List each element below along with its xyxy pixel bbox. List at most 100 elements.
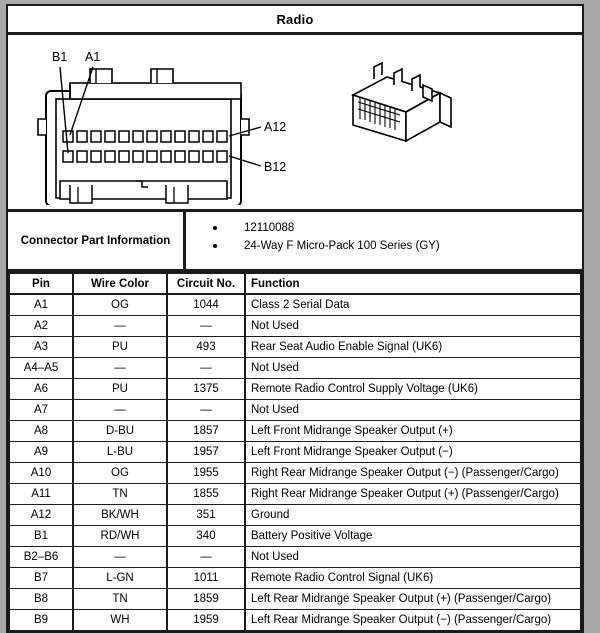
table-row: A8 D-BU 1857 Left Front Midrange Speaker Ou…: [8, 419, 582, 442]
cell-circuit-no: —: [166, 314, 246, 337]
cell-pin: A10: [8, 461, 74, 484]
cell-function: Left Front Midrange Speaker Output (+): [244, 419, 582, 442]
cell-pin: B7: [8, 566, 74, 589]
cell-pin: A9: [8, 440, 74, 463]
table-row: A7— — Not Used: [8, 398, 582, 421]
table-row: B8 TN 1859 Left Rear Midrange Speaker Outpu…: [8, 587, 582, 610]
cell-wire-color: D-BU: [72, 419, 168, 442]
cell-wire-color: —: [72, 398, 168, 421]
connector-drawing: B1 A1 A12 B12: [37, 50, 452, 205]
cell-function: Left Rear Midrange Speaker Output (+) (P…: [244, 587, 582, 610]
cell-function: Left Rear Midrange Speaker Output (−) (P…: [244, 608, 582, 631]
pin-assignment-table: Pin Wire Color Circuit No. Function A1 OG…: [8, 272, 582, 631]
table-row: A6 PU 1375 Remote Radio Control Supply Volt…: [8, 377, 582, 400]
cell-circuit-no: —: [166, 398, 246, 421]
cell-pin: A2: [8, 314, 74, 337]
table-body: A1 OG 1044 Class 2 Serial Data A2— — Not Used A…: [8, 293, 582, 631]
cell-circuit-no: 1957: [166, 440, 246, 463]
cell-function: Right Rear Midrange Speaker Output (−) (…: [244, 461, 582, 484]
cell-circuit-no: 1855: [166, 482, 246, 505]
cell-circuit-no: 1375: [166, 377, 246, 400]
table-row: A12 BK/WH 351 Ground: [8, 503, 582, 526]
cell-wire-color: RD/WH: [72, 524, 168, 547]
cell-wire-color: L-GN: [72, 566, 168, 589]
cell-function: Not Used: [244, 545, 582, 568]
cell-circuit-no: 1955: [166, 461, 246, 484]
table-row: B9 WH 1959 Left Rear Midrange Speaker Outpu…: [8, 608, 582, 631]
table-row: A1 OG 1044 Class 2 Serial Data: [8, 293, 582, 316]
connector-face-front-view: [37, 68, 250, 205]
cell-circuit-no: 493: [166, 335, 246, 358]
document-page: Radio B1 A1 A12 B12 Connector Part Infor…: [6, 4, 584, 633]
cell-pin: A12: [8, 503, 74, 526]
cell-pin: A8: [8, 419, 74, 442]
connector-part-information-values: 12110088 24-Way F Micro-Pack 100 Series …: [186, 212, 582, 269]
cell-wire-color: —: [72, 356, 168, 379]
table-row: A10 OG 1955 Right Rear Midrange Speaker Out…: [8, 461, 582, 484]
cell-function: Left Front Midrange Speaker Output (−): [244, 440, 582, 463]
cell-wire-color: TN: [72, 587, 168, 610]
cell-circuit-no: —: [166, 356, 246, 379]
cell-circuit-no: 1959: [166, 608, 246, 631]
callout-label-a12: A12: [264, 120, 286, 134]
cell-function: Battery Positive Voltage: [244, 524, 582, 547]
cell-wire-color: —: [72, 545, 168, 568]
table-row: A4–A5— — Not Used: [8, 356, 582, 379]
cell-function: Not Used: [244, 314, 582, 337]
connector-illustration: B1 A1 A12 B12: [8, 35, 582, 212]
table-row: B1 RD/WH 340 Battery Positive Voltage: [8, 524, 582, 547]
cell-wire-color: OG: [72, 461, 168, 484]
cell-function: Right Rear Midrange Speaker Output (+) (…: [244, 482, 582, 505]
cell-pin: B1: [8, 524, 74, 547]
document-title-band: Radio: [8, 6, 582, 35]
cell-wire-color: L-BU: [72, 440, 168, 463]
table-row: A2— — Not Used: [8, 314, 582, 337]
cell-pin: A1: [8, 293, 74, 316]
cell-function: Rear Seat Audio Enable Signal (UK6): [244, 335, 582, 358]
cell-circuit-no: 1011: [166, 566, 246, 589]
cell-function: Not Used: [244, 356, 582, 379]
cell-wire-color: OG: [72, 293, 168, 316]
cell-wire-color: —: [72, 314, 168, 337]
cell-pin: B9: [8, 608, 74, 631]
connector-part-information-label: Connector Part Information: [8, 212, 186, 269]
column-header-function: Function: [244, 272, 582, 295]
table-row: B2–B6— — Not Used: [8, 545, 582, 568]
cell-pin: A11: [8, 482, 74, 505]
cell-pin: A7: [8, 398, 74, 421]
column-header-wire-color: Wire Color: [72, 272, 168, 295]
callout-label-b12: B12: [264, 160, 286, 174]
cell-circuit-no: 1044: [166, 293, 246, 316]
cell-circuit-no: 351: [166, 503, 246, 526]
cell-circuit-no: —: [166, 545, 246, 568]
table-row: A9 L-BU 1957 Left Front Midrange Speaker Ou…: [8, 440, 582, 463]
cell-function: Ground: [244, 503, 582, 526]
cell-circuit-no: 340: [166, 524, 246, 547]
connector-part-information-list: 12110088 24-Way F Micro-Pack 100 Series …: [186, 219, 582, 255]
connector-part-information-block: Connector Part Information 12110088 24-W…: [8, 212, 582, 272]
cell-pin: B2–B6: [8, 545, 74, 568]
column-header-pin: Pin: [8, 272, 74, 295]
list-item: 12110088: [186, 219, 582, 237]
cell-function: Class 2 Serial Data: [244, 293, 582, 316]
cell-wire-color: PU: [72, 335, 168, 358]
cell-circuit-no: 1857: [166, 419, 246, 442]
connector-isometric-view: [350, 61, 452, 143]
cell-pin: B8: [8, 587, 74, 610]
table-row: A3 PU 493 Rear Seat Audio Enable Signal (UK…: [8, 335, 582, 358]
cell-function: Not Used: [244, 398, 582, 421]
table-header-row: Pin Wire Color Circuit No. Function: [8, 272, 582, 295]
cell-circuit-no: 1859: [166, 587, 246, 610]
callout-label-b1: B1: [52, 50, 67, 64]
cell-pin: A3: [8, 335, 74, 358]
cell-function: Remote Radio Control Signal (UK6): [244, 566, 582, 589]
page-title: Radio: [276, 11, 314, 27]
cell-wire-color: TN: [72, 482, 168, 505]
table-row: B7 L-GN 1011 Remote Radio Control Signal (U…: [8, 566, 582, 589]
callout-label-a1: A1: [85, 50, 100, 64]
cell-pin: A4–A5: [8, 356, 74, 379]
cell-wire-color: BK/WH: [72, 503, 168, 526]
table-header: Pin Wire Color Circuit No. Function: [8, 272, 582, 295]
cell-wire-color: PU: [72, 377, 168, 400]
list-item: 24-Way F Micro-Pack 100 Series (GY): [186, 237, 582, 255]
